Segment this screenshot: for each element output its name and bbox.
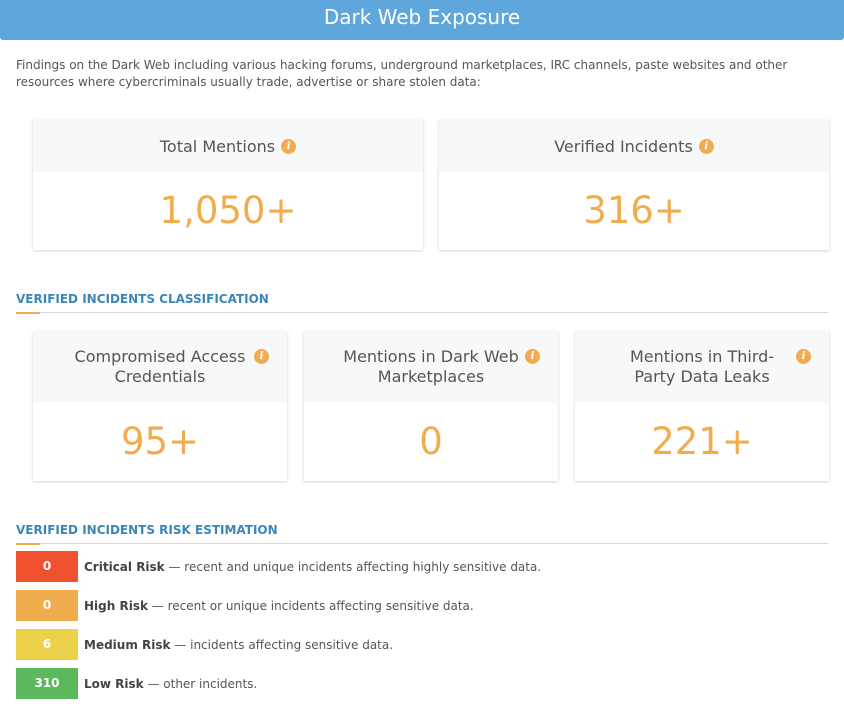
card-label: Mentions in Dark Web Marketplaces	[343, 347, 519, 386]
risk-badge: 0	[16, 551, 78, 582]
card-value: 221+	[651, 420, 753, 463]
compromised-credentials-card: Compromised Access Credentials i 95+	[33, 331, 287, 481]
risk-desc: — other incidents.	[143, 676, 258, 691]
info-icon[interactable]: i	[698, 138, 714, 154]
card-header: Total Mentions i	[33, 120, 423, 172]
info-icon[interactable]: i	[796, 349, 811, 364]
card-header: Compromised Access Credentials i	[33, 331, 287, 403]
card-value: 1,050+	[159, 189, 297, 232]
risk-desc: — recent and unique incidents affecting …	[164, 559, 542, 574]
risk-badge: 310	[16, 668, 78, 699]
risk-badge: 0	[16, 590, 78, 621]
classification-section-title: VERIFIED INCIDENTS CLASSIFICATION	[16, 292, 828, 314]
dark-web-marketplaces-card: Mentions in Dark Web Marketplaces i 0	[304, 331, 558, 481]
card-label: Mentions in Third-Party Data Leaks	[629, 347, 775, 386]
info-icon[interactable]: i	[254, 349, 269, 364]
page-header: Dark Web Exposure	[0, 0, 844, 40]
intro-text: Findings on the Dark Web including vario…	[16, 58, 788, 89]
risk-section-title: VERIFIED INCIDENTS RISK ESTIMATION	[16, 523, 828, 545]
risk-desc: — recent or unique incidents affecting s…	[147, 598, 474, 613]
card-header: Mentions in Dark Web Marketplaces i	[304, 331, 558, 403]
risk-desc: — incidents affecting sensitive data.	[170, 637, 394, 652]
card-header: Verified Incidents i	[439, 120, 829, 172]
third-party-leaks-card: Mentions in Third-Party Data Leaks i 221…	[575, 331, 829, 481]
verified-incidents-card: Verified Incidents i 316+	[439, 120, 829, 250]
card-label: Compromised Access Credentials	[74, 347, 246, 386]
card-value: 316+	[583, 189, 685, 232]
risk-row-high: 0 High Risk — recent or unique incidents…	[16, 590, 474, 621]
card-value: 0	[419, 420, 443, 463]
risk-label: Low Risk	[84, 676, 144, 691]
info-icon[interactable]: i	[525, 349, 540, 364]
card-value: 95+	[120, 420, 200, 463]
risk-row-medium: 6 Medium Risk — incidents affecting sens…	[16, 629, 393, 660]
card-header: Mentions in Third-Party Data Leaks i	[575, 331, 829, 403]
risk-badge: 6	[16, 629, 78, 660]
info-icon[interactable]: i	[281, 138, 297, 154]
risk-row-critical: 0 Critical Risk — recent and unique inci…	[16, 551, 541, 582]
risk-row-low: 310 Low Risk — other incidents.	[16, 668, 257, 699]
risk-label: Medium Risk	[84, 637, 171, 652]
risk-label: Critical Risk	[84, 559, 165, 574]
total-mentions-card: Total Mentions i 1,050+	[33, 120, 423, 250]
card-label: Verified Incidents	[554, 136, 693, 156]
page-title: Dark Web Exposure	[323, 5, 521, 29]
card-label: Total Mentions	[159, 136, 276, 156]
risk-label: High Risk	[84, 598, 148, 613]
